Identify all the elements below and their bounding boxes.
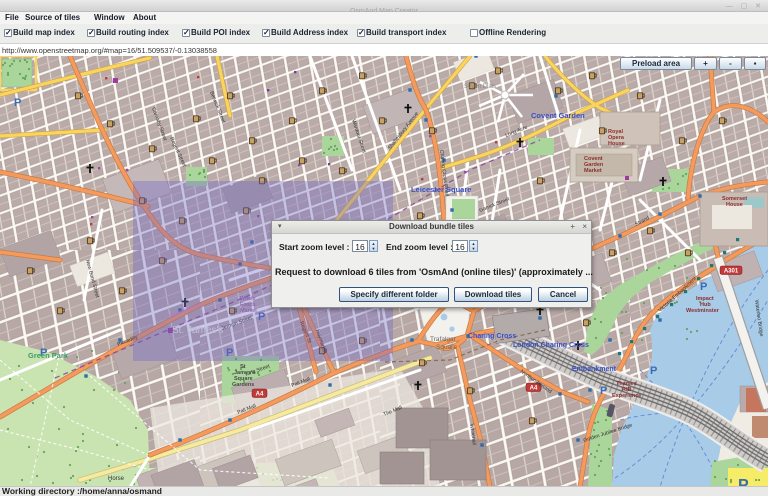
svg-text:St. James's: St. James's xyxy=(172,325,223,336)
svg-text:P: P xyxy=(600,385,607,397)
svg-text:Square: Square xyxy=(436,344,457,351)
svg-text:Gardens: Gardens xyxy=(232,382,254,388)
svg-text:Westminster: Westminster xyxy=(686,308,720,314)
svg-text:Green Park: Green Park xyxy=(28,351,69,360)
svg-text:A4: A4 xyxy=(256,392,264,398)
svg-text:P: P xyxy=(650,365,657,377)
svg-text:Experience: Experience xyxy=(612,393,641,399)
svg-text:Trafalgar: Trafalgar xyxy=(430,336,457,343)
svg-text:Charing Cross: Charing Cross xyxy=(468,333,516,340)
svg-text:A301: A301 xyxy=(724,269,739,275)
svg-text:Embankment: Embankment xyxy=(572,366,617,373)
svg-text:Market: Market xyxy=(584,168,602,174)
svg-text:A4: A4 xyxy=(530,386,538,392)
svg-text:Covent Garden: Covent Garden xyxy=(531,111,585,120)
svg-text:London Charing Cross: London Charing Cross xyxy=(513,342,589,349)
svg-text:Leicester Square: Leicester Square xyxy=(411,185,471,194)
svg-text:P: P xyxy=(700,281,707,293)
svg-text:P: P xyxy=(738,477,749,486)
svg-text:House: House xyxy=(726,202,743,208)
svg-text:Horse: Horse xyxy=(108,476,125,482)
svg-text:P: P xyxy=(14,97,21,109)
svg-text:Seven Dials: Seven Dials xyxy=(464,84,496,90)
svg-text:House: House xyxy=(608,141,625,147)
